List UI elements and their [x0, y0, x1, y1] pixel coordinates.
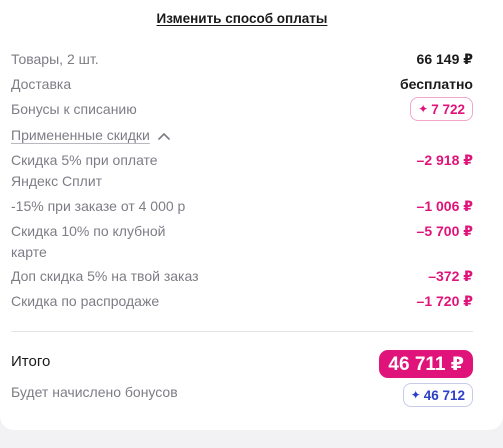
delivery-value: бесплатно [399, 76, 473, 92]
order-summary-card: Изменить способ оплаты Товары, 2 шт. 66 … [0, 0, 503, 430]
chevron-up-icon [158, 132, 170, 140]
discount-label-line1: -15% при заказе от 4 000 р [11, 198, 186, 214]
applied-discounts-row: Примененные скидки [11, 125, 473, 146]
bonuses-spend-value: 7 722 [431, 101, 465, 117]
bonuses-label: Бонусы к списанию [11, 101, 137, 117]
change-payment-method-link[interactable]: Изменить способ оплаты [0, 11, 484, 26]
discount-label-line1: Скидка по распродаже [11, 293, 160, 309]
delivery-row: Доставка бесплатно [11, 74, 473, 95]
discount-row: Доп скидка 5% на твой заказ –372 ₽ [11, 266, 473, 287]
discount-row: Скидка по распродаже –1 720 ₽ [11, 291, 473, 312]
sparkle-icon: ✦ [418, 102, 429, 116]
bonuses-spend-badge: ✦ 7 722 [410, 97, 473, 121]
total-value: 46 711 ₽ [388, 353, 464, 375]
earn-bonuses-value: 46 712 [423, 387, 465, 403]
discount-row: Скидка 10% по клубной карте –5 700 ₽ [11, 221, 473, 263]
discount-value: –1 720 ₽ [416, 293, 473, 309]
discount-value: –2 918 ₽ [416, 152, 473, 168]
discount-row: -15% при заказе от 4 000 р –1 006 ₽ [11, 196, 473, 217]
applied-discounts-label: Примененные скидки [11, 127, 150, 143]
earn-bonuses-label: Будет начислено бонусов [11, 384, 178, 400]
total-label: Итого [11, 353, 51, 370]
bonuses-row: Бонусы к списанию ✦ 7 722 [11, 97, 473, 121]
discount-label-line2: карте [11, 244, 47, 260]
sparkle-icon: ✦ [410, 388, 421, 402]
discount-row: Скидка 5% при оплате Яндекс Сплит –2 918… [11, 150, 473, 192]
items-value: 66 149 ₽ [416, 51, 473, 67]
discount-value: –372 ₽ [428, 268, 473, 284]
items-row: Товары, 2 шт. 66 149 ₽ [11, 49, 473, 70]
divider [11, 331, 473, 332]
earn-bonuses-badge: ✦ 46 712 [402, 383, 473, 407]
discount-value: –1 006 ₽ [416, 198, 473, 214]
discount-label-line2: Яндекс Сплит [11, 173, 103, 189]
delivery-label: Доставка [11, 76, 72, 92]
discount-label-line1: Скидка 5% при оплате [11, 152, 158, 168]
discount-value: –5 700 ₽ [416, 223, 473, 239]
applied-discounts-toggle[interactable]: Примененные скидки [11, 125, 170, 146]
items-label: Товары, 2 шт. [11, 51, 99, 67]
total-value-badge: 46 711 ₽ [379, 350, 473, 378]
discount-label-line1: Доп скидка 5% на твой заказ [11, 268, 199, 284]
discount-label-line1: Скидка 10% по клубной [11, 223, 166, 239]
